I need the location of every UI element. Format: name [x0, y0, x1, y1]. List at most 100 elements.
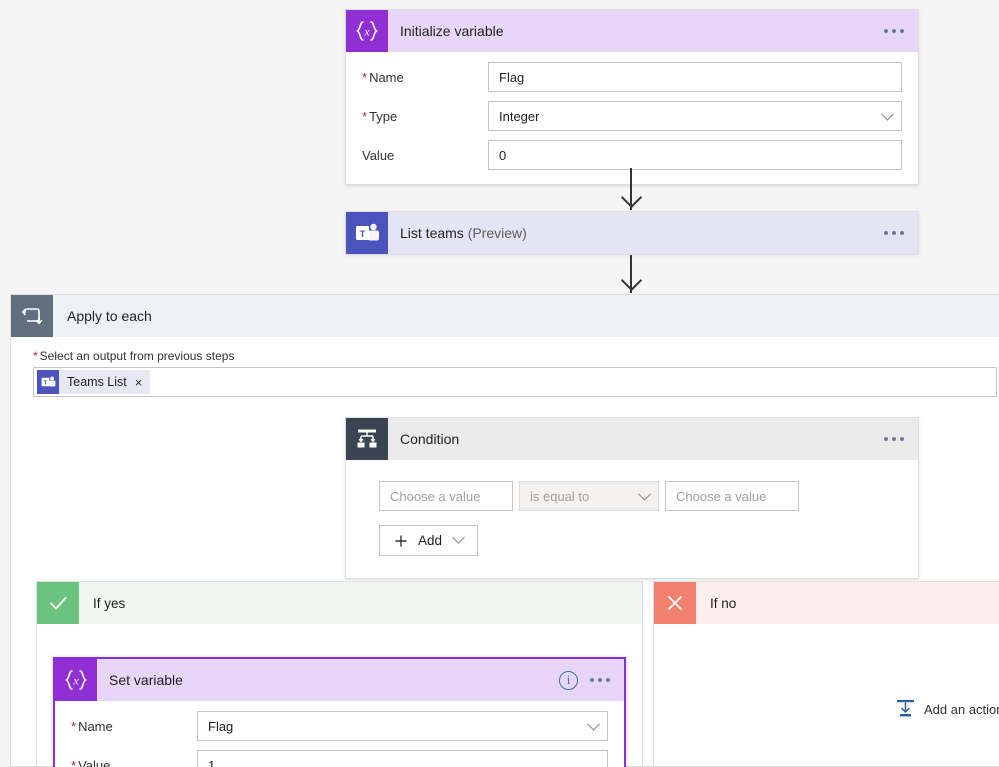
scope-field-label-text: Select an output from previous steps [39, 349, 235, 363]
operator-dropdown[interactable]: is equal to [519, 481, 659, 511]
chevron-down-icon [638, 487, 651, 501]
branch-header[interactable]: If yes [37, 582, 642, 624]
more-options-icon[interactable] [884, 29, 904, 33]
more-options-icon[interactable] [884, 437, 904, 441]
scope-body: * Select an output from previous steps T … [11, 337, 999, 411]
variable-braces-icon: x [55, 659, 97, 701]
name-input[interactable]: Flag [488, 62, 902, 92]
svg-text:x: x [363, 25, 370, 39]
add-button-label: Add [418, 533, 443, 548]
right-operand-input[interactable]: Choose a value [665, 481, 799, 511]
field-label: * Value [71, 758, 197, 767]
microsoft-teams-icon: T [37, 370, 59, 394]
form-row-name: * Name Flag [71, 711, 608, 741]
value-input-value: 0 [499, 147, 507, 163]
required-asterisk: * [71, 757, 77, 767]
variable-name-value: Flag [208, 718, 234, 734]
branch-title: If no [710, 595, 737, 611]
required-asterisk: * [33, 349, 38, 363]
add-button[interactable]: Add [379, 525, 479, 556]
chevron-down-icon [452, 531, 465, 544]
field-label: * Name [71, 719, 197, 734]
branch-title: If yes [93, 595, 126, 611]
card-title: Set variable [109, 672, 183, 688]
card-header-actions[interactable]: i [559, 659, 610, 701]
svg-text:T: T [43, 380, 47, 386]
field-label-text: Type [369, 108, 398, 124]
card-header-actions[interactable] [884, 212, 904, 254]
branch-if-no[interactable]: If no Add an action [653, 581, 999, 767]
card-header[interactable]: T List teams (Preview) [346, 212, 918, 254]
scope-header[interactable]: Apply to each [11, 295, 999, 337]
card-header[interactable]: x Set variable i [55, 659, 624, 701]
field-label: * Name [362, 70, 488, 85]
card-title: List teams (Preview) [400, 225, 527, 241]
loop-repeat-icon [11, 295, 53, 337]
form-row-name: * Name Flag [362, 62, 902, 92]
more-options-icon[interactable] [884, 231, 904, 235]
action-card-list-teams[interactable]: T List teams (Preview) [345, 211, 919, 254]
field-label-text: Value [362, 147, 395, 163]
svg-text:T: T [359, 229, 365, 240]
required-asterisk: * [362, 108, 368, 124]
token-remove-icon[interactable]: × [135, 375, 143, 390]
card-title: Initialize variable [400, 23, 504, 39]
type-dropdown[interactable]: Integer [488, 101, 902, 131]
connector-arrowhead [620, 269, 643, 292]
action-card-condition[interactable]: Condition Choose a value is equal to Cho… [345, 417, 919, 579]
card-header[interactable]: x Initialize variable [346, 10, 918, 52]
chevron-down-icon [881, 107, 894, 121]
variable-name-dropdown[interactable]: Flag [197, 711, 608, 741]
field-label-text: Name [369, 69, 404, 85]
more-options-icon[interactable] [590, 678, 610, 682]
condition-branch-icon [346, 418, 388, 460]
required-asterisk: * [362, 69, 368, 85]
type-dropdown-value: Integer [499, 108, 540, 124]
card-header[interactable]: Condition [346, 418, 918, 460]
token-teams-list[interactable]: T Teams List × [37, 370, 151, 394]
field-label: Value [362, 148, 488, 163]
variable-braces-icon: x [346, 10, 388, 52]
card-title: Condition [400, 431, 460, 447]
microsoft-teams-icon: T [346, 212, 388, 254]
field-label: * Type [362, 109, 488, 124]
add-condition-row: Add [379, 525, 902, 556]
form-row-type: * Type Integer [362, 101, 902, 131]
close-x-icon [654, 582, 696, 624]
form-row-value: Value 0 [362, 140, 902, 170]
info-icon[interactable]: i [559, 670, 578, 690]
card-header-actions[interactable] [884, 10, 904, 52]
value-input[interactable]: 0 [488, 140, 902, 170]
field-label-text: Value [78, 757, 111, 767]
checkmark-icon [37, 582, 79, 624]
card-body: Choose a value is equal to Choose a valu… [346, 460, 918, 578]
card-body: * Name Flag * Value 1 [55, 701, 624, 767]
left-operand-input[interactable]: Choose a value [379, 481, 513, 511]
output-selector-input[interactable]: T Teams List × [33, 367, 997, 397]
card-title-text: List teams [400, 225, 464, 241]
token-label: Teams List [67, 375, 127, 389]
add-an-action-label: Add an action [924, 701, 999, 717]
preview-label: (Preview) [467, 225, 527, 241]
variable-value-input[interactable]: 1 [197, 750, 608, 767]
action-card-set-variable[interactable]: x Set variable i * Name Flag * Value 1 [53, 657, 626, 767]
variable-value-text: 1 [208, 757, 216, 767]
action-card-initialize-variable[interactable]: x Initialize variable * Name Flag * Type I… [345, 9, 919, 185]
required-asterisk: * [71, 718, 77, 734]
form-row-value: * Value 1 [71, 750, 608, 767]
branch-header[interactable]: If no [654, 582, 999, 624]
scope-title: Apply to each [67, 308, 152, 324]
plus-icon [395, 535, 407, 546]
flow-designer-canvas: x Initialize variable * Name Flag * Type I… [0, 0, 999, 767]
add-an-action-button[interactable]: Add an action [896, 699, 999, 719]
svg-text:x: x [72, 674, 79, 688]
card-header-actions[interactable] [884, 418, 904, 460]
chevron-down-icon [587, 717, 600, 731]
scope-field-label: * Select an output from previous steps [33, 349, 997, 363]
operator-dropdown-value: is equal to [530, 488, 590, 504]
connector-arrowhead [620, 186, 643, 209]
card-body: * Name Flag * Type Integer Value 0 [346, 52, 918, 184]
field-label-text: Name [78, 718, 113, 734]
name-input-value: Flag [499, 69, 525, 85]
condition-row: Choose a value is equal to Choose a valu… [379, 481, 902, 511]
